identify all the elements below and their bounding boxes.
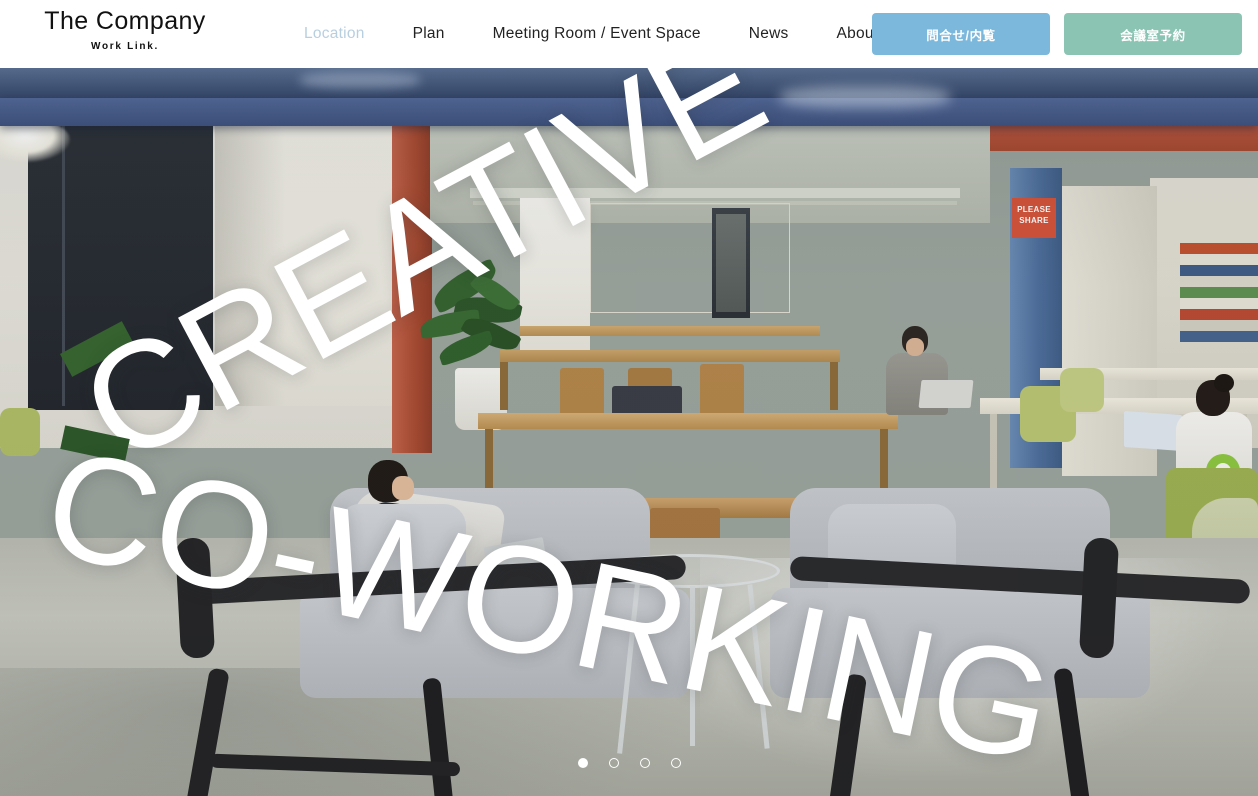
nav-item-plan[interactable]: Plan bbox=[389, 0, 469, 68]
carousel-dot-3[interactable] bbox=[639, 758, 650, 768]
site-logo[interactable]: The Company Work Link. bbox=[30, 6, 220, 52]
hero-background-photo: PLEASE SHARE bbox=[0, 68, 1258, 796]
please-share-sign-text: PLEASE SHARE bbox=[1017, 205, 1051, 225]
carousel-dot-1[interactable] bbox=[577, 758, 588, 768]
nav-item-location[interactable]: Location bbox=[300, 0, 389, 68]
hero-carousel: PLEASE SHARE CREATIVE bbox=[0, 68, 1258, 796]
logo-tagline: Work Link. bbox=[91, 41, 159, 52]
header-actions: 問合せ/内覧 会議室予約 bbox=[872, 13, 1242, 55]
carousel-dot-4[interactable] bbox=[670, 758, 681, 768]
site-header: The Company Work Link. Location Plan Mee… bbox=[0, 0, 1258, 68]
nav-item-meeting-room[interactable]: Meeting Room / Event Space bbox=[469, 0, 725, 68]
striped-wall-decor bbox=[1180, 243, 1258, 343]
meeting-room-reservation-button[interactable]: 会議室予約 bbox=[1064, 13, 1242, 55]
logo-title: The Company bbox=[44, 7, 206, 35]
main-navigation: Location Plan Meeting Room / Event Space… bbox=[300, 0, 926, 68]
inquiry-tour-button[interactable]: 問合せ/内覧 bbox=[872, 13, 1050, 55]
carousel-pagination bbox=[0, 758, 1258, 768]
carousel-dot-2[interactable] bbox=[608, 758, 619, 768]
nav-item-news[interactable]: News bbox=[725, 0, 813, 68]
